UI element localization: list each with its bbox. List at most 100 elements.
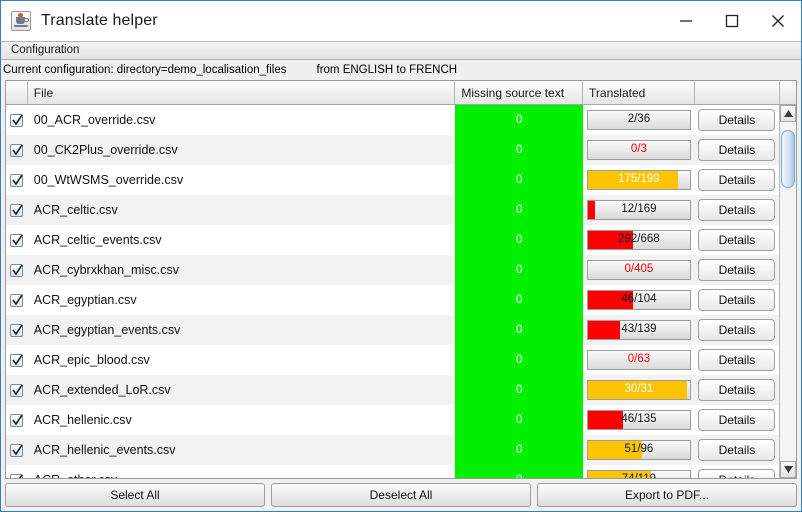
row-checkbox[interactable] — [6, 465, 28, 478]
cell-missing-source-text: 0 — [455, 165, 583, 195]
column-header-checkbox[interactable] — [6, 81, 28, 104]
row-checkbox[interactable] — [6, 225, 28, 255]
row-checkbox[interactable] — [6, 195, 28, 225]
progress-bar-label: 0/3 — [630, 143, 647, 156]
progress-bar-label: 292/668 — [618, 233, 660, 246]
cell-translated-progress: 2/36 — [583, 105, 695, 135]
progress-bar: 43/139 — [586, 320, 691, 340]
checkbox-checked-icon[interactable] — [10, 263, 24, 277]
row-checkbox[interactable] — [6, 165, 28, 195]
table-row[interactable]: 00_CK2Plus_override.csv 0 0/3 Details — [6, 135, 779, 165]
column-header-file[interactable]: File — [27, 81, 456, 104]
column-header-details[interactable] — [694, 81, 780, 104]
details-button[interactable]: Details — [698, 349, 776, 371]
close-icon[interactable] — [755, 1, 801, 41]
column-header-missing-source-text[interactable]: Missing source text — [455, 81, 584, 104]
table-row[interactable]: ACR_epic_blood.csv 0 0/63 Details — [6, 345, 779, 375]
progress-bar-fill — [587, 201, 596, 219]
details-button[interactable]: Details — [698, 469, 776, 478]
minimize-icon[interactable] — [663, 1, 709, 41]
details-button[interactable]: Details — [698, 169, 776, 191]
progress-bar: 51/96 — [586, 440, 691, 460]
files-table: File Missing source text Translated 00_A… — [5, 80, 797, 479]
table-row[interactable]: ACR_other.csv0 74/119 Details — [6, 465, 779, 478]
checkbox-checked-icon[interactable] — [10, 293, 24, 307]
row-checkbox[interactable] — [6, 375, 28, 405]
application-window: Translate helper Configuration Current c… — [0, 0, 802, 512]
progress-bar-label: 2/36 — [627, 113, 651, 126]
progress-bar: 0/63 — [586, 350, 691, 370]
row-checkbox[interactable] — [6, 135, 28, 165]
table-row[interactable]: 00_WtWSMS_override.csv 0 175/199 Details — [6, 165, 779, 195]
cell-details: Details — [695, 135, 779, 165]
progress-bar-fill — [587, 411, 623, 429]
column-header-translated[interactable]: Translated — [583, 81, 695, 104]
table-body: 00_ACR_override.csv 0 2/36 Details 00_CK2Plu… — [6, 105, 779, 478]
cell-translated-progress: 46/135 — [583, 405, 695, 435]
cell-file-name: ACR_egyptian.csv — [33, 293, 137, 307]
select-all-button[interactable]: Select All — [5, 483, 265, 507]
row-checkbox[interactable] — [6, 405, 28, 435]
export-to-pdf-button[interactable]: Export to PDF... — [537, 483, 797, 507]
row-checkbox[interactable] — [6, 255, 28, 285]
cell-translated-progress: 43/139 — [583, 315, 695, 345]
table-row[interactable]: ACR_egyptian.csv 0 46/104 Details — [6, 285, 779, 315]
checkbox-checked-icon[interactable] — [10, 443, 24, 457]
scrollbar-track[interactable] — [780, 122, 796, 461]
details-button[interactable]: Details — [698, 289, 776, 311]
table-row[interactable]: ACR_extended_LoR.csv 0 30/31 Details — [6, 375, 779, 405]
table-row[interactable]: ACR_hellenic.csv 0 46/135 Details — [6, 405, 779, 435]
row-checkbox[interactable] — [6, 315, 28, 345]
cell-details: Details — [695, 315, 779, 345]
cell-details: Details — [695, 225, 779, 255]
checkbox-checked-icon[interactable] — [10, 413, 24, 427]
details-button[interactable]: Details — [698, 109, 776, 131]
details-button[interactable]: Details — [698, 439, 776, 461]
cell-translated-progress: 0/3 — [583, 135, 695, 165]
cell-missing-source-text: 0 — [455, 375, 583, 405]
menu-item-configuration[interactable]: Configuration — [5, 41, 85, 60]
scrollbar-thumb[interactable] — [781, 130, 795, 188]
checkbox-checked-icon[interactable] — [10, 233, 24, 247]
cell-missing-source-text: 0 — [455, 315, 583, 345]
details-button[interactable]: Details — [698, 319, 776, 341]
table-row[interactable]: ACR_egyptian_events.csv 0 43/139 Details — [6, 315, 779, 345]
cell-details: Details — [695, 165, 779, 195]
row-checkbox[interactable] — [6, 345, 28, 375]
cell-missing-source-text: 0 — [455, 255, 583, 285]
details-button[interactable]: Details — [698, 229, 776, 251]
progress-bar: 12/169 — [586, 200, 691, 220]
checkbox-checked-icon[interactable] — [10, 323, 24, 337]
checkbox-checked-icon[interactable] — [10, 203, 24, 217]
details-button[interactable]: Details — [698, 379, 776, 401]
row-checkbox[interactable] — [6, 285, 28, 315]
triangle-down-icon[interactable] — [780, 461, 796, 478]
vertical-scrollbar[interactable] — [779, 105, 796, 478]
checkbox-checked-icon[interactable] — [10, 173, 24, 187]
checkbox-checked-icon[interactable] — [10, 113, 24, 127]
checkbox-checked-icon[interactable] — [10, 353, 24, 367]
table-row[interactable]: ACR_cybrxkhan_misc.csv 0 0/405 Details — [6, 255, 779, 285]
table-row[interactable]: ACR_celtic.csv 0 12/169 Details — [6, 195, 779, 225]
details-button[interactable]: Details — [698, 199, 776, 221]
table-row[interactable]: ACR_celtic_events.csv 0 292/668 Details — [6, 225, 779, 255]
cell-missing-source-text: 0 — [455, 465, 583, 478]
progress-bar-label: 43/139 — [621, 323, 657, 336]
details-button[interactable]: Details — [698, 259, 776, 281]
progress-bar-fill — [587, 321, 620, 339]
checkbox-checked-icon[interactable] — [10, 143, 24, 157]
details-button[interactable]: Details — [698, 409, 776, 431]
checkbox-checked-icon[interactable] — [10, 473, 24, 478]
table-row[interactable]: 00_ACR_override.csv 0 2/36 Details — [6, 105, 779, 135]
progress-bar-label: 74/119 — [622, 474, 656, 478]
checkbox-checked-icon[interactable] — [10, 383, 24, 397]
row-checkbox[interactable] — [6, 105, 28, 135]
cell-missing-source-text: 0 — [455, 405, 583, 435]
table-row[interactable]: ACR_hellenic_events.csv 0 51/96 Details — [6, 435, 779, 465]
maximize-icon[interactable] — [709, 1, 755, 41]
row-checkbox[interactable] — [6, 435, 28, 465]
deselect-all-button[interactable]: Deselect All — [271, 483, 531, 507]
details-button[interactable]: Details — [698, 139, 776, 161]
cell-translated-progress: 0/405 — [583, 255, 695, 285]
triangle-up-icon[interactable] — [780, 105, 796, 122]
